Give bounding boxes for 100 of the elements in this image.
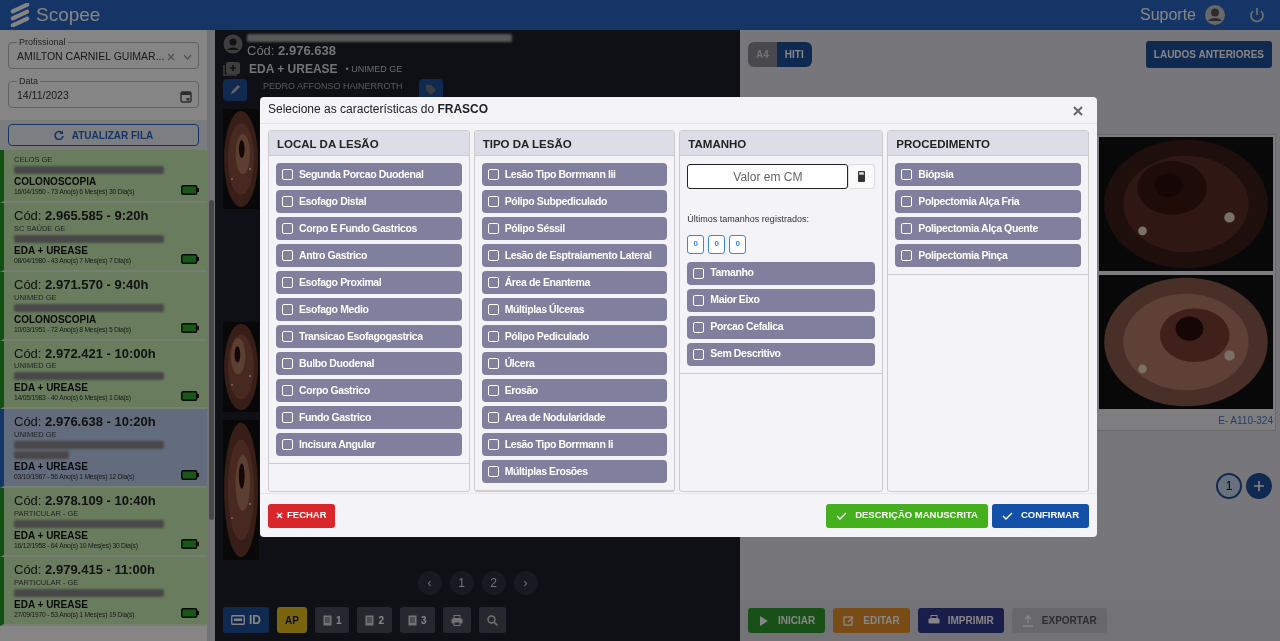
power-icon[interactable] <box>1248 6 1266 24</box>
document-button[interactable]: 3 <box>400 607 435 633</box>
calculator-button[interactable] <box>848 164 876 189</box>
checkbox[interactable] <box>282 169 293 180</box>
checkbox[interactable] <box>693 348 705 360</box>
option-button[interactable]: Esofago Medio <box>276 298 462 321</box>
edit-button[interactable]: EDITAR <box>833 608 910 633</box>
checkbox[interactable] <box>901 250 913 261</box>
checkbox[interactable] <box>282 331 293 342</box>
option-button[interactable]: Esofago Proximal <box>276 271 462 294</box>
checkbox[interactable] <box>282 250 293 261</box>
option-button[interactable]: Maior Eixo <box>687 288 876 312</box>
ap-button[interactable]: AP <box>277 607 307 633</box>
option-button[interactable]: Pólipo Séssil <box>481 217 668 240</box>
option-button[interactable]: Corpo E Fundo Gastricos <box>276 217 462 240</box>
option-button[interactable]: Fundo Gastrico <box>276 406 462 429</box>
checkbox[interactable] <box>487 331 499 342</box>
checkbox[interactable] <box>487 385 499 396</box>
option-button[interactable]: Lesão Tipo Borrmann Ii <box>481 433 668 456</box>
clear-icon[interactable] <box>167 53 175 61</box>
checkbox[interactable] <box>282 439 293 450</box>
start-button[interactable]: INICIAR <box>748 608 826 633</box>
panel-title: TIPO DA LESÃO <box>474 131 675 156</box>
calendar-icon[interactable] <box>180 89 192 103</box>
checkbox[interactable] <box>693 321 705 333</box>
option-button[interactable]: Área de Enantema <box>481 271 668 294</box>
confirm-button[interactable]: CONFIRMAR <box>991 503 1089 528</box>
search-button[interactable] <box>478 607 506 633</box>
checkbox[interactable] <box>487 304 499 315</box>
option-button[interactable]: Polipectomia Pinça <box>895 244 1081 267</box>
document-button[interactable]: 2 <box>357 607 393 633</box>
option-button[interactable]: Úlcera <box>481 352 668 375</box>
option-button[interactable]: Lesão Tipo Borrmann Iii <box>481 163 668 186</box>
checkbox[interactable] <box>487 169 499 180</box>
option-button[interactable]: Antro Gastrico <box>276 244 462 267</box>
option-button[interactable]: Transicao Esofagogastrica <box>276 325 462 348</box>
checkbox[interactable] <box>487 196 499 207</box>
option-button[interactable]: Porcao Cefalica <box>687 315 876 339</box>
checkbox[interactable] <box>282 223 293 234</box>
checkbox[interactable] <box>693 294 705 306</box>
document-button[interactable]: 1 <box>314 607 350 633</box>
option-button[interactable]: Polipectomia Alça Quente <box>895 217 1081 240</box>
checkbox[interactable] <box>487 358 499 369</box>
page-button[interactable]: 1 <box>1216 473 1242 499</box>
page-button[interactable]: 1 <box>449 571 474 595</box>
page-button[interactable]: 2 <box>481 571 506 595</box>
checkbox[interactable] <box>282 277 293 288</box>
next-page-button[interactable]: › <box>513 571 538 595</box>
recent-size-button[interactable]: 0 <box>687 234 705 254</box>
add-page-button[interactable] <box>1246 473 1272 499</box>
checkbox[interactable] <box>487 223 499 234</box>
option-button[interactable]: Múltiplas Erosões <box>481 460 668 483</box>
option-button[interactable]: Pólipo Subpediculado <box>481 190 668 213</box>
checkbox[interactable] <box>901 196 913 207</box>
support-link[interactable]: Suporte <box>1139 3 1196 27</box>
option-button[interactable]: Sem Descritivo <box>687 342 876 366</box>
format-tab[interactable]: HITI <box>776 42 812 67</box>
option-button[interactable]: Pólipo Pediculado <box>481 325 668 348</box>
option-button[interactable]: Segunda Porcao Duodenal <box>276 163 462 186</box>
option-button[interactable]: Polpectomia Alça Fria <box>895 190 1081 213</box>
scrollbar[interactable] <box>207 30 215 641</box>
checkbox[interactable] <box>901 223 913 234</box>
option-button[interactable]: Esofago Distal <box>276 190 462 213</box>
previous-page-button[interactable]: ‹ <box>417 571 442 595</box>
checkbox[interactable] <box>282 385 293 396</box>
option-button[interactable]: Tamanho <box>687 261 876 285</box>
option-button[interactable]: Bulbo Duodenal <box>276 352 462 375</box>
checkbox[interactable] <box>693 267 705 279</box>
option-button[interactable]: Erosão <box>481 379 668 402</box>
user-avatar-icon[interactable] <box>1204 4 1226 26</box>
checkbox[interactable] <box>282 412 293 423</box>
checkbox[interactable] <box>487 466 499 477</box>
option-button[interactable]: Lesão de Esptraiamento Lateral <box>481 244 668 267</box>
previous-reports-button[interactable]: LAUDOS ANTERIORES <box>1145 41 1272 68</box>
edit-doctor-button[interactable] <box>223 79 247 102</box>
checkbox[interactable] <box>487 250 499 261</box>
print-button[interactable]: IMPRIMIR <box>917 608 1004 633</box>
option-button[interactable]: Corpo Gastrico <box>276 379 462 402</box>
checkbox[interactable] <box>487 412 499 423</box>
checkbox[interactable] <box>487 277 499 288</box>
caret-icon[interactable] <box>183 54 192 60</box>
recent-size-button[interactable]: 0 <box>708 234 726 254</box>
handwritten-description-button[interactable]: DESCRIÇÃO MANUSCRITA <box>826 503 988 528</box>
option-button[interactable]: Biópsia <box>895 163 1081 186</box>
option-button[interactable]: Incisura Angular <box>276 433 462 456</box>
option-button[interactable]: Múltiplas Úlceras <box>481 298 668 321</box>
checkbox[interactable] <box>901 169 913 180</box>
checkbox[interactable] <box>282 196 293 207</box>
print-button[interactable] <box>442 607 471 633</box>
printer-icon <box>450 615 463 627</box>
checkbox[interactable] <box>487 439 499 450</box>
id-button[interactable]: ID <box>223 607 269 633</box>
recent-size-button[interactable]: 0 <box>729 234 747 254</box>
pen-icon <box>229 84 241 97</box>
refresh-button[interactable]: ATUALIZAR FILA <box>8 124 199 146</box>
checkbox[interactable] <box>282 358 293 369</box>
close-button[interactable]: FECHAR <box>268 503 335 528</box>
option-button[interactable]: Area de Nodularidade <box>481 406 668 429</box>
checkbox[interactable] <box>282 304 293 315</box>
size-input-field[interactable]: Valor em CM <box>687 164 849 189</box>
